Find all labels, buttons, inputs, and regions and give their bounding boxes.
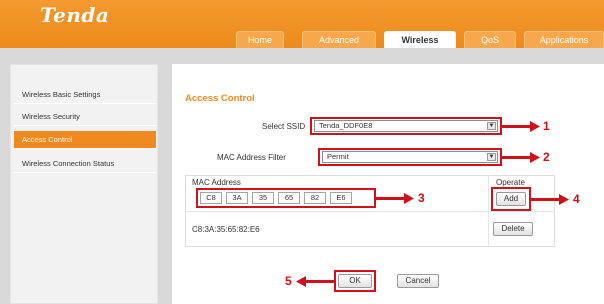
sidebar: Wireless Basic Settings Wireless Securit… — [10, 64, 158, 304]
page-body: Wireless Basic Settings Wireless Securit… — [0, 48, 604, 304]
arrow-icon — [530, 152, 540, 163]
arrow-icon — [502, 125, 532, 128]
arrow-icon — [531, 198, 561, 201]
sidebar-item-access-control[interactable]: Access Control — [14, 131, 156, 149]
arrow-icon — [502, 156, 532, 159]
annotation-marker-1: 1 — [543, 119, 550, 133]
annotation-marker-4: 4 — [573, 192, 580, 206]
mac-entry-value: C8:3A:35:65:82:E6 — [192, 225, 260, 234]
delete-button[interactable]: Delete — [493, 222, 533, 236]
operate-header: Operate — [496, 178, 525, 187]
annotation-box-5 — [334, 270, 376, 292]
mac-filter-label: MAC Address Filter — [217, 153, 286, 162]
annotation-box-4 — [491, 187, 531, 211]
arrow-icon — [530, 121, 540, 132]
annotation-marker-5: 5 — [285, 274, 292, 288]
tab-qos[interactable]: QoS — [464, 31, 516, 48]
tab-home[interactable]: Home — [236, 31, 284, 48]
top-header: Tenda Home Advanced Wireless QoS Applica… — [0, 0, 604, 48]
tab-wireless[interactable]: Wireless — [384, 31, 456, 48]
mac-address-header: MAC Address — [192, 178, 241, 187]
page-title: Access Control — [185, 93, 255, 104]
arrow-icon — [305, 280, 335, 283]
tab-advanced[interactable]: Advanced — [302, 31, 376, 48]
main-panel: Access Control Select SSID Tenda_DDF0E8 … — [172, 64, 604, 304]
cancel-button[interactable]: Cancel — [397, 274, 439, 288]
annotation-marker-2: 2 — [543, 150, 550, 164]
annotation-marker-3: 3 — [418, 191, 425, 205]
arrow-icon — [559, 194, 569, 205]
annotation-box-3 — [196, 188, 376, 208]
ssid-label: Select SSID — [262, 122, 306, 131]
arrow-icon — [376, 197, 406, 200]
arrow-icon — [404, 193, 414, 204]
annotation-box-2 — [318, 148, 502, 166]
sidebar-item-wireless-basic-settings[interactable]: Wireless Basic Settings — [14, 86, 156, 104]
sidebar-item-wireless-connection-status[interactable]: Wireless Connection Status — [14, 155, 156, 173]
sidebar-item-wireless-security[interactable]: Wireless Security — [14, 108, 156, 126]
annotation-box-1 — [310, 117, 502, 135]
tab-applications[interactable]: Applications — [524, 31, 604, 48]
table-divider — [185, 211, 555, 212]
tenda-logo: Tenda — [40, 3, 110, 27]
